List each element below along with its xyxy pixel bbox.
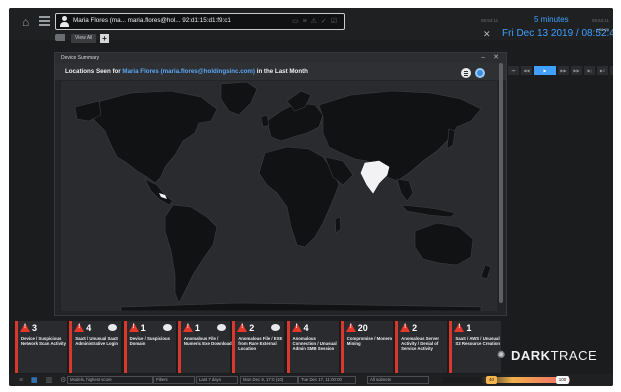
- darktrace-logo: DARKTRACE: [511, 348, 597, 363]
- world-map-graphic: [74, 81, 492, 311]
- warning-icon: [20, 323, 30, 332]
- score-min-handle[interactable]: 40: [486, 376, 497, 384]
- breach-card[interactable]: 1 Anomalous File / Numeric Exe Download: [177, 321, 232, 373]
- breach-count: 4: [303, 323, 309, 333]
- breach-count: 1: [140, 323, 146, 333]
- model-breach-cards: 3 Device / Suspicious Network Scan Activi…: [15, 321, 505, 373]
- step-icon[interactable]: ▶|: [584, 66, 595, 75]
- close-icon[interactable]: ✕: [483, 29, 491, 40]
- warning-icon: [128, 323, 139, 332]
- home-icon[interactable]: ⌂: [22, 16, 34, 28]
- locations-heading: Locations Seen for Maria Flores (maria.f…: [65, 68, 308, 75]
- tag-icon[interactable]: [55, 34, 65, 41]
- breach-count: 2: [249, 323, 255, 333]
- warning-icon: [454, 323, 465, 332]
- device-action-icons[interactable]: ▭ ≡ ⚠ ✓ ☑: [292, 17, 338, 25]
- india-highlight: [360, 160, 390, 194]
- to-date-field[interactable]: Tue Dec 17, 11:00:00: [298, 376, 356, 384]
- time-offset: +00.00: [596, 27, 609, 32]
- breach-count: 1: [194, 323, 200, 333]
- breach-card[interactable]: 2 Anomalous Server Activity / Denial of S…: [395, 321, 448, 373]
- modal-scrollbar[interactable]: [499, 63, 503, 303]
- device-search-bar[interactable]: Maria Flores (ma... maria.flores@hol... …: [55, 13, 345, 30]
- breach-label: Device / Suspicious Domain: [129, 336, 170, 347]
- warning-icon: [237, 323, 248, 332]
- fast-forward-icon[interactable]: ▶▶: [571, 66, 582, 75]
- warning-icon: [182, 323, 193, 332]
- warning-icon: [291, 323, 302, 332]
- breach-label: SaaS / Unusual SaaS Administrative Login: [75, 336, 119, 347]
- models-select[interactable]: Models, highest score: [67, 376, 153, 384]
- breach-card[interactable]: 2 Anomalous File / EXE from Rare External…: [232, 321, 285, 373]
- time-start: 08:52:11: [481, 18, 499, 23]
- world-map[interactable]: [61, 81, 497, 311]
- heading-suffix: in the Last Month: [255, 68, 308, 75]
- playback-controls: ⏮ ◀◀ ▶ ▶▶ ▶▶ ▶| ▶2 ⏭: [508, 66, 613, 75]
- device-info-text: Maria Flores (ma... maria.flores@hol... …: [73, 17, 231, 24]
- window-controls[interactable]: – ✕: [481, 53, 502, 61]
- filters-select[interactable]: Filters: [153, 376, 195, 384]
- breach-count: 4: [86, 323, 92, 333]
- breach-card[interactable]: 1 Device / Suspicious Domain: [123, 321, 176, 373]
- comment-icon[interactable]: [216, 324, 226, 331]
- globe-icon[interactable]: [475, 68, 485, 78]
- breach-label: SaaS / AWS / Unusual S3 Resource Creatio…: [455, 336, 501, 347]
- breach-count: 1: [466, 323, 472, 333]
- options-menu-icon[interactable]: [461, 68, 471, 78]
- range-select[interactable]: Last 7 days: [196, 376, 238, 384]
- breach-card[interactable]: 1 SaaS / AWS / Unusual S3 Resource Creati…: [449, 321, 502, 373]
- breach-label: Anomalous Connection / Unusual Admin SMB…: [292, 336, 337, 352]
- comment-icon[interactable]: [162, 324, 172, 331]
- subnets-select[interactable]: All subnets: [367, 376, 429, 384]
- menu-icon[interactable]: [39, 16, 50, 26]
- device-summary-modal: Device Summary – ✕ Locations Seen for Ma…: [54, 52, 507, 316]
- breach-label: Device / Suspicious Network Scan Activit…: [21, 336, 66, 347]
- skip-back-icon[interactable]: ⏮: [508, 66, 519, 75]
- breach-count: 20: [357, 323, 368, 333]
- breach-card[interactable]: 4 Anomalous Connection / Unusual Admin SM…: [286, 321, 339, 373]
- user-icon: [60, 16, 69, 27]
- time-scale[interactable]: 5 minutes: [534, 15, 569, 24]
- view-icons[interactable]: ≡ ▦ ▥ ⚙: [19, 376, 69, 384]
- heading-user[interactable]: Maria Flores (maria.flores@holdingsinc.c…: [122, 68, 255, 75]
- add-tag-button[interactable]: +: [100, 34, 109, 43]
- comment-icon[interactable]: [108, 324, 118, 331]
- from-date-field[interactable]: Mon Dec 9, 17:0 (10): [240, 376, 298, 384]
- step-forward-icon[interactable]: ▶▶: [558, 66, 569, 75]
- comment-icon[interactable]: [271, 324, 281, 331]
- score-max-handle[interactable]: 100: [556, 376, 569, 384]
- warning-icon: [74, 323, 85, 332]
- logo-bold: DARK: [511, 348, 551, 363]
- darktrace-logo-icon: ✺: [497, 350, 506, 361]
- play-icon[interactable]: ▶: [534, 66, 556, 75]
- modal-title: Device Summary: [61, 55, 100, 61]
- skip-forward-icon[interactable]: ⏭: [610, 66, 613, 75]
- breach-label: Anomalous File / EXE from Rare External …: [238, 336, 283, 352]
- app-window: ⌂ Maria Flores (ma... maria.flores@hol..…: [9, 8, 613, 386]
- rewind-icon[interactable]: ◀◀: [521, 66, 532, 75]
- breach-count: 2: [412, 323, 418, 333]
- breach-label: Anomalous Server Activity / Denial of Se…: [401, 336, 440, 352]
- breach-card[interactable]: 20 Compromise / Monero Mining: [340, 321, 393, 373]
- logo-thin: TRACE: [550, 348, 598, 363]
- heading-prefix: Locations Seen for: [65, 68, 123, 75]
- breach-count: 3: [32, 323, 38, 333]
- score-range-slider[interactable]: [442, 377, 570, 383]
- breach-card[interactable]: 3 Device / Suspicious Network Scan Activi…: [15, 321, 67, 373]
- breach-label: Anomalous File / Numeric Exe Download: [183, 336, 232, 347]
- view-all-button[interactable]: View All: [71, 34, 97, 43]
- breach-label: Compromise / Monero Mining: [346, 336, 393, 347]
- warning-icon: [400, 323, 411, 332]
- modal-subheader: Locations Seen for Maria Flores (maria.f…: [55, 63, 506, 80]
- breach-card[interactable]: 4 SaaS / Unusual SaaS Administrative Logi…: [69, 321, 122, 373]
- time-end: 09:53:11: [591, 18, 609, 23]
- speed-icon[interactable]: ▶2: [597, 66, 608, 75]
- warning-icon: [345, 323, 356, 332]
- bottom-bar: ≡ ▦ ▥ ⚙ Models, highest score Filters La…: [9, 374, 613, 386]
- modal-header: Device Summary – ✕: [55, 53, 506, 63]
